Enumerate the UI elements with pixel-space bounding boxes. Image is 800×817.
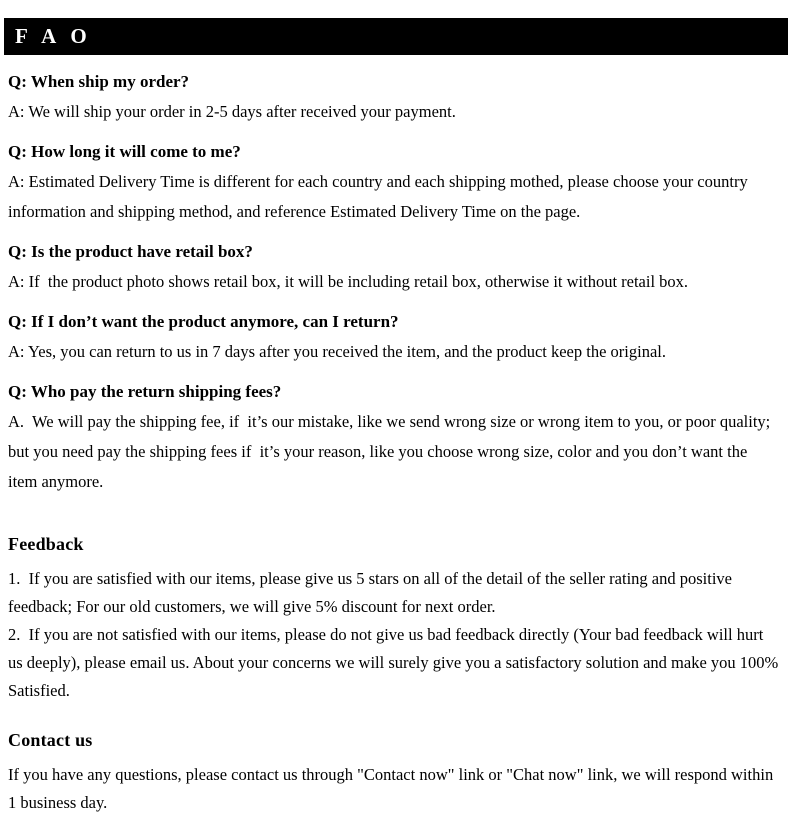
contact-body: If you have any questions, please contac… <box>8 765 778 812</box>
faq-item: Q: Who pay the return shipping fees? A. … <box>8 376 780 497</box>
faq-item: Q: If I don’t want the product anymore, … <box>8 306 780 367</box>
faq-question: Q: How long it will come to me? <box>8 142 241 161</box>
faq-question: Q: Who pay the return shipping fees? <box>8 382 282 401</box>
contact-heading: Contact us <box>8 730 93 750</box>
faq-answer: A: Yes, you can return to us in 7 days a… <box>8 342 666 361</box>
faq-content: Q: When ship my order? A: We will ship y… <box>8 66 780 817</box>
faq-question: Q: If I don’t want the product anymore, … <box>8 312 399 331</box>
faq-item: Q: Is the product have retail box? A: If… <box>8 236 780 297</box>
faq-answer: A: Estimated Delivery Time is different … <box>8 172 752 221</box>
faq-answer: A: If the product photo shows retail box… <box>8 272 689 291</box>
faq-banner: F A O <box>4 18 788 55</box>
faq-answer: A: We will ship your order in 2-5 days a… <box>8 102 456 121</box>
faq-item: Q: How long it will come to me? A: Estim… <box>8 136 780 227</box>
faq-page: F A O Q: When ship my order? A: We will … <box>0 0 800 812</box>
contact-section: Contact us If you have any questions, pl… <box>8 727 780 817</box>
faq-item: Q: When ship my order? A: We will ship y… <box>8 66 780 127</box>
feedback-point-2: 2. If you are not satisfied with our ite… <box>8 625 783 700</box>
feedback-point-1: 1. If you are satisfied with our items, … <box>8 569 737 616</box>
faq-question: Q: Is the product have retail box? <box>8 242 253 261</box>
feedback-section: Feedback 1. If you are satisfied with ou… <box>8 531 780 705</box>
faq-banner-title: F A O <box>15 24 92 48</box>
faq-question: Q: When ship my order? <box>8 72 190 91</box>
feedback-heading: Feedback <box>8 534 84 554</box>
faq-answer: A. We will pay the shipping fee, if it’s… <box>8 412 775 491</box>
